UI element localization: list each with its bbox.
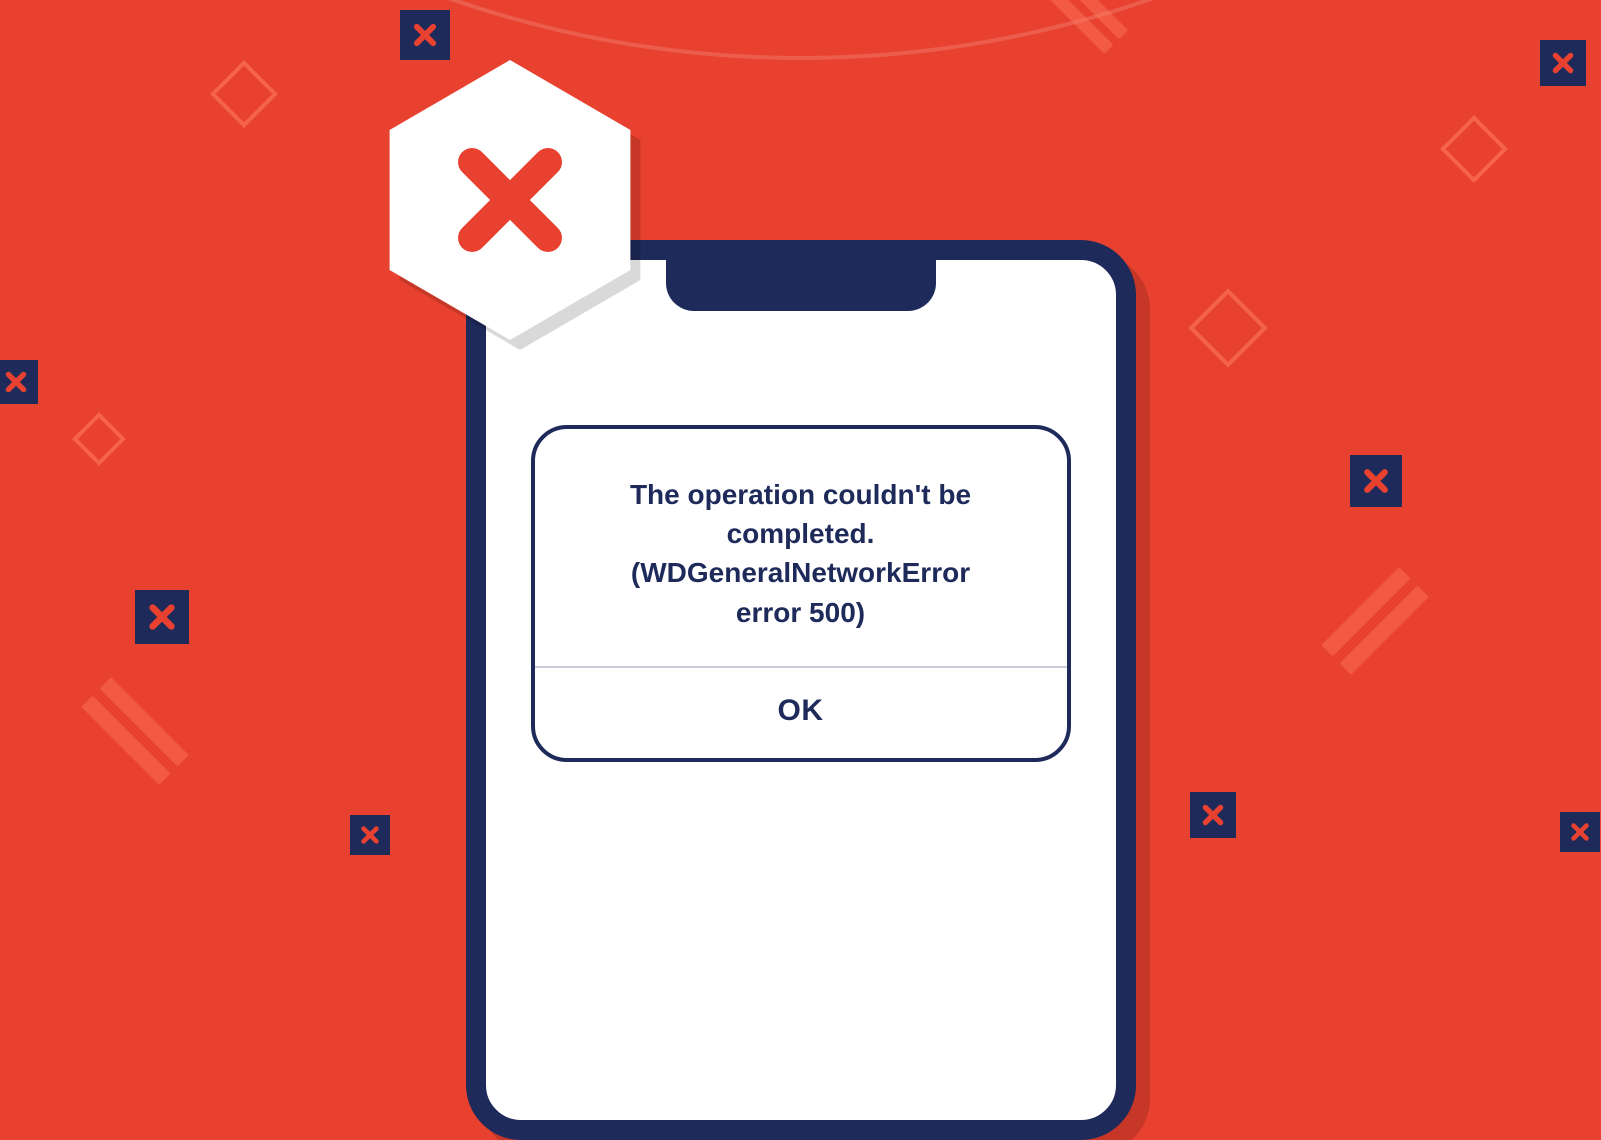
x-badge-icon xyxy=(350,815,390,855)
deco-diamond xyxy=(210,60,278,128)
x-badge-icon xyxy=(1560,812,1600,852)
phone-notch xyxy=(666,259,936,311)
x-icon xyxy=(445,135,575,265)
deco-bars xyxy=(1314,560,1436,682)
x-badge-icon xyxy=(1350,455,1402,507)
phone-mockup: The operation couldn't be completed. (WD… xyxy=(466,240,1136,1140)
x-badge-icon xyxy=(400,10,450,60)
error-dialog: The operation couldn't be completed. (WD… xyxy=(531,425,1071,762)
ok-button[interactable]: OK xyxy=(565,668,1037,758)
background-rings xyxy=(0,0,1601,90)
error-hexagon-icon xyxy=(370,60,650,340)
x-badge-icon xyxy=(1540,40,1586,86)
dialog-message: The operation couldn't be completed. (WD… xyxy=(565,475,1037,632)
deco-bars xyxy=(74,670,196,792)
deco-diamond xyxy=(72,412,126,466)
x-badge-icon xyxy=(1190,792,1236,838)
x-badge-icon xyxy=(135,590,189,644)
deco-diamond xyxy=(1440,115,1508,183)
deco-bars xyxy=(1036,0,1133,60)
deco-diamond xyxy=(1188,288,1267,367)
x-badge-icon xyxy=(0,360,38,404)
